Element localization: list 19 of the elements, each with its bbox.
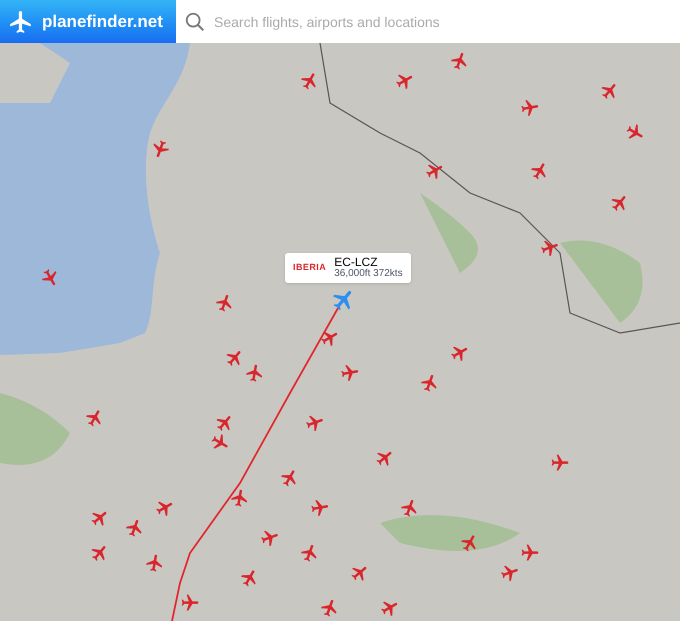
search-field[interactable]: Search flights, airports and locations xyxy=(214,6,680,36)
airplane-icon[interactable] xyxy=(520,98,540,118)
airplane-icon[interactable] xyxy=(520,543,540,563)
airplane-icon xyxy=(8,8,34,34)
airplane-icon[interactable] xyxy=(180,593,200,613)
flight-details: 36,000ft 372kts xyxy=(334,268,403,280)
airplane-icon[interactable] xyxy=(145,553,165,573)
airplane-icon[interactable] xyxy=(340,363,360,383)
airplane-icon[interactable] xyxy=(230,488,250,508)
airplane-icon[interactable] xyxy=(245,363,265,383)
airplane-icon[interactable] xyxy=(260,528,280,548)
flight-callsign: EC-LCZ xyxy=(334,256,378,268)
airline-logo: IBERIA xyxy=(293,261,326,274)
airplane-icon[interactable] xyxy=(310,498,330,518)
airplane-icon[interactable] xyxy=(500,563,520,583)
airplane-icon[interactable] xyxy=(550,453,570,473)
airplane-icon[interactable] xyxy=(305,413,325,433)
search-icon xyxy=(184,10,206,32)
airplane-icon[interactable] xyxy=(540,238,560,258)
